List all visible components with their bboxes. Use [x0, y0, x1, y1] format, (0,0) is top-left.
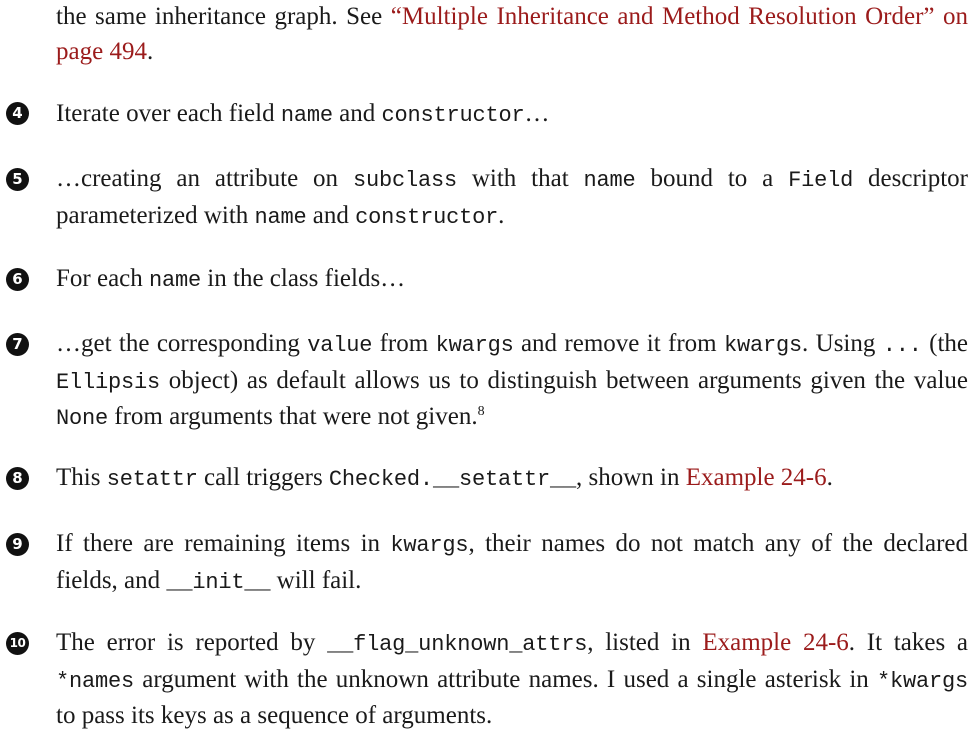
callout-8-icon: 8 — [6, 467, 29, 490]
body-text: (the — [921, 330, 968, 357]
inline-code: subclass — [352, 168, 457, 193]
intro-text-end: . — [146, 37, 154, 65]
body-text: bound to a — [635, 165, 789, 192]
body-text: and remove it from — [513, 330, 724, 357]
callout-7-icon: 7 — [6, 333, 29, 356]
body-text: … — [524, 100, 550, 127]
body-text: . Using — [802, 330, 883, 357]
body-text: to pass its keys as a sequence of argume… — [56, 702, 493, 729]
inline-code: name — [149, 268, 202, 293]
body-text: , shown in — [575, 464, 686, 491]
body-text: If there are remaining items in — [56, 530, 391, 557]
callout-9-icon: 9 — [6, 533, 29, 556]
body-text: in the class fields… — [201, 265, 406, 292]
body-text: and — [332, 100, 382, 127]
inline-code: None — [56, 406, 109, 431]
body-text: …get the corresponding — [56, 330, 308, 357]
inline-code: constructor — [355, 204, 499, 230]
body-text: argument with the unknown attribute name… — [134, 665, 877, 693]
callout-4-icon: 4 — [6, 102, 29, 125]
body-text: object) as default allows us to distingu… — [160, 366, 968, 394]
body-text: from — [372, 330, 436, 357]
callout-5-icon: 5 — [6, 168, 29, 191]
body-text: with that — [456, 165, 584, 192]
callout-item: For each name in the class fields… — [56, 262, 968, 299]
callout-6-icon: 6 — [6, 268, 29, 291]
callout-item: Iterate over each field name and constru… — [56, 97, 968, 134]
inline-code: ... — [882, 333, 922, 358]
callout-item: This setattr call triggers Checked.__set… — [56, 461, 968, 498]
body-text: . It takes a — [848, 629, 969, 656]
inline-code: Field — [788, 168, 854, 193]
inline-code: setattr — [106, 467, 198, 492]
example-link[interactable]: Example 24-6 — [702, 629, 848, 656]
inline-code: *names — [56, 668, 135, 694]
intro-text: the same inheritance graph. See — [56, 3, 391, 30]
example-link[interactable]: Example 24-6 — [686, 464, 827, 491]
callout-item: …get the corresponding value from kwargs… — [56, 327, 968, 437]
inline-code: kwargs — [724, 333, 803, 358]
inline-code: name — [254, 204, 307, 230]
inline-code: __init__ — [166, 569, 271, 595]
callout-item: If there are remaining items in kwargs, … — [56, 527, 968, 600]
inline-code: constructor — [381, 103, 525, 128]
body-text: . — [826, 464, 833, 491]
inline-code: Checked.__setattr__ — [328, 467, 576, 492]
inline-code: kwargs — [435, 333, 514, 358]
body-text: and — [306, 201, 356, 229]
book-page: the same inheritance graph. See “Multipl… — [0, 0, 976, 737]
inline-code: *kwargs — [876, 668, 968, 694]
body-text: For each — [56, 265, 150, 292]
inline-code: __flag_unknown_attrs — [327, 632, 588, 657]
body-text: Iterate over each field — [56, 100, 281, 127]
callout-item: The error is reported by __flag_unknown_… — [56, 626, 968, 734]
body-text: This — [56, 464, 107, 491]
inline-code: value — [307, 333, 373, 358]
intro-paragraph: the same inheritance graph. See “Multipl… — [56, 0, 968, 69]
body-text: , listed in — [587, 629, 703, 656]
inline-code: Ellipsis — [56, 369, 161, 395]
callout-10-icon: 10 — [6, 632, 29, 655]
inline-code: name — [280, 103, 333, 128]
footnote-marker[interactable]: 8 — [478, 404, 485, 419]
body-text: …creating an attribute on — [56, 165, 353, 192]
inline-code: name — [583, 168, 636, 193]
body-text: from arguments that were not given. — [108, 403, 478, 430]
body-text: . — [498, 201, 505, 229]
body-text: will fail. — [270, 566, 362, 594]
body-text: The error is reported by — [56, 629, 328, 656]
inline-code: kwargs — [390, 533, 469, 558]
body-text: call triggers — [197, 464, 329, 491]
callout-item: …creating an attribute on subclass with … — [56, 162, 968, 235]
